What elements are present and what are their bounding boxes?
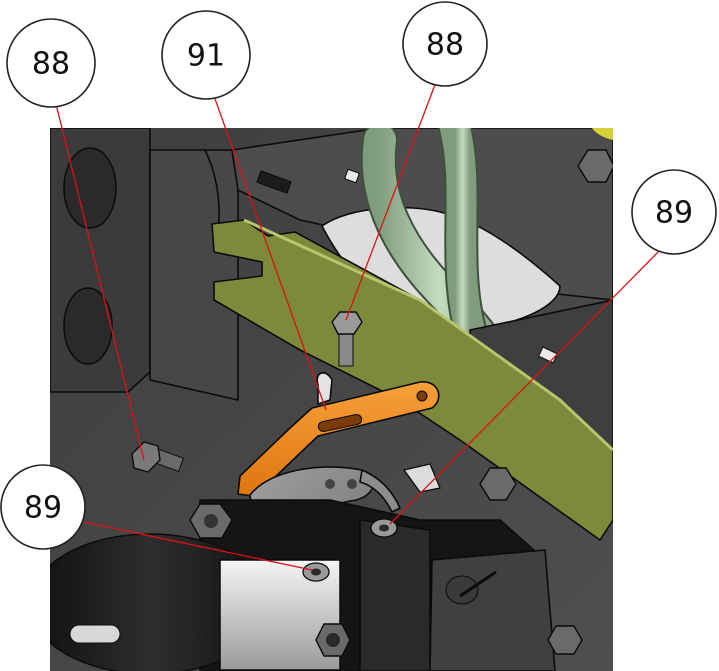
callout-91: 91	[161, 10, 251, 100]
callout-label: 89	[24, 491, 62, 526]
callout-89-right: 89	[631, 169, 717, 255]
bracket-hole	[416, 390, 428, 402]
callout-88-right: 88	[402, 1, 488, 87]
callout-label: 91	[187, 39, 225, 74]
callout-88-left: 88	[6, 18, 96, 108]
frame-hole	[63, 147, 117, 229]
strap-hole	[347, 479, 357, 489]
upright-flange	[149, 149, 239, 401]
callout-89-left: 89	[0, 464, 86, 550]
washer-89-lower	[302, 562, 330, 582]
callout-label: 88	[32, 47, 70, 82]
strap-hole	[325, 479, 335, 489]
hex-nut	[315, 623, 351, 657]
motor-face	[359, 519, 431, 671]
hex-nut	[547, 625, 583, 655]
motor-housing-panel	[429, 549, 556, 671]
bracket-tab	[316, 372, 333, 405]
callout-label: 88	[426, 28, 464, 63]
hose	[440, 128, 485, 345]
callout-label: 89	[655, 196, 693, 231]
motor-shaft	[69, 624, 121, 644]
assembly-diagram: 88 91 88 89 89	[0, 1, 717, 671]
